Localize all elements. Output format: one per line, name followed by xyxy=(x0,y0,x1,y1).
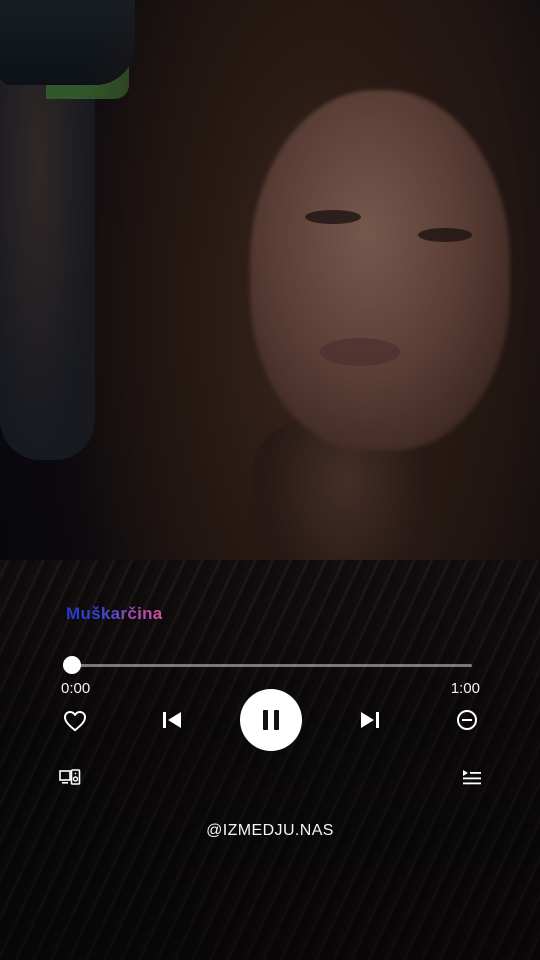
total-time: 1:00 xyxy=(450,680,480,697)
progress-bar[interactable] xyxy=(72,664,472,667)
remove-button[interactable] xyxy=(455,708,479,732)
skip-previous-icon xyxy=(163,712,181,728)
elapsed-time: 0:00 xyxy=(61,680,91,697)
play-pause-button[interactable] xyxy=(240,689,302,751)
queue-button[interactable] xyxy=(460,765,484,789)
creator-handle: @IZMEDJU.NAS xyxy=(206,822,334,839)
next-button[interactable] xyxy=(358,708,382,732)
lyric-subtitle: Muškarčina xyxy=(66,604,163,623)
background-video-frame xyxy=(0,0,540,960)
heart-outline-icon xyxy=(64,711,86,732)
minus-circle-icon xyxy=(457,710,477,730)
pause-icon xyxy=(263,710,279,730)
progress-thumb[interactable] xyxy=(63,656,81,674)
queue-list-icon xyxy=(463,770,481,785)
skip-next-icon xyxy=(361,712,379,728)
connect-devices-button[interactable] xyxy=(58,765,82,789)
connect-devices-icon xyxy=(59,769,81,785)
like-button[interactable] xyxy=(62,708,88,734)
previous-button[interactable] xyxy=(160,708,184,732)
